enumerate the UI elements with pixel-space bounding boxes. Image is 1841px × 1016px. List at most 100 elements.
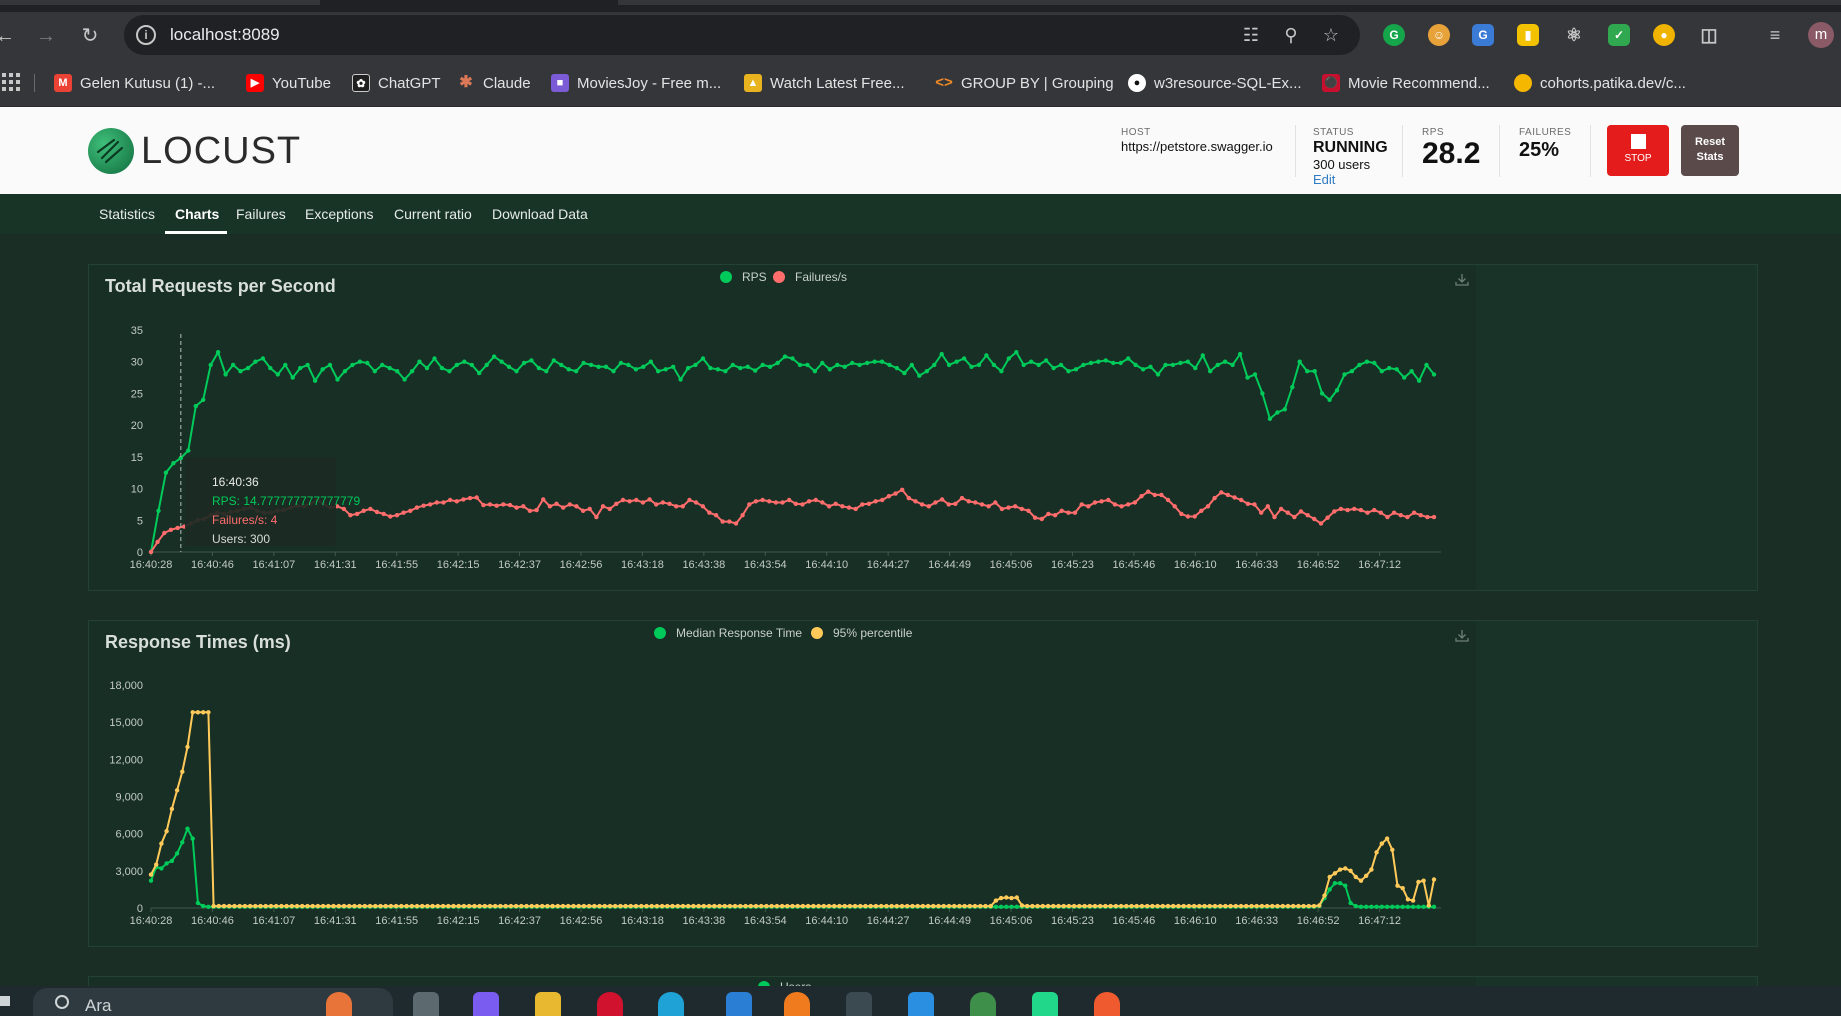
data-point	[1119, 504, 1124, 509]
forward-icon[interactable]: →	[35, 25, 57, 47]
tab-charts[interactable]: Charts	[175, 206, 219, 222]
legend-swatch-rps[interactable]	[720, 271, 732, 283]
site-info-icon[interactable]: i	[136, 25, 156, 45]
apps-grid-icon[interactable]	[2, 73, 20, 91]
legend-swatch-p95[interactable]	[811, 627, 823, 639]
data-point	[439, 365, 445, 371]
data-point	[1338, 506, 1344, 512]
profile-avatar[interactable]: m	[1808, 22, 1834, 48]
pycharm-icon[interactable]	[1032, 992, 1058, 1016]
file-explorer-icon[interactable]	[535, 992, 561, 1016]
edge-icon[interactable]	[658, 992, 684, 1016]
bookmark-watch-latest[interactable]: ▲ Watch Latest Free...	[744, 72, 905, 94]
tab-download-data[interactable]: Download Data	[492, 206, 588, 222]
react-devtools-icon[interactable]: ⚛	[1563, 24, 1585, 46]
bookmark-youtube[interactable]: ▶ YouTube	[246, 72, 331, 94]
tab-failures[interactable]: Failures	[236, 206, 286, 222]
y-tick-label: 10	[131, 484, 143, 496]
reset-stats-button[interactable]: Reset Stats	[1681, 125, 1739, 176]
bookmark-chatgpt[interactable]: ✿ ChatGPT	[352, 72, 441, 94]
x-tick-label: 16:45:46	[1112, 915, 1155, 927]
taskbar-app-icon[interactable]	[726, 992, 752, 1016]
bookmark-star-icon[interactable]: ☆	[1320, 24, 1342, 46]
x-tick-label: 16:45:06	[990, 915, 1033, 927]
data-point	[1096, 359, 1101, 364]
vscode-icon[interactable]	[908, 992, 934, 1016]
host-value: https://petstore.swagger.io	[1121, 139, 1273, 154]
x-tick-label: 16:44:10	[805, 559, 848, 571]
data-point	[706, 903, 712, 909]
data-point	[362, 903, 367, 909]
extensions-puzzle-icon[interactable]: ◫	[1698, 24, 1720, 46]
reload-icon[interactable]: ↻	[79, 25, 101, 47]
data-point	[1305, 369, 1310, 374]
legend-label-p95[interactable]: 95% percentile	[833, 626, 913, 640]
opera-icon[interactable]	[597, 992, 623, 1016]
address-bar[interactable]: i localhost:8089 ☷ ⚲ ☆	[124, 15, 1360, 55]
legend-label-rps[interactable]: RPS	[742, 270, 767, 284]
data-point	[238, 369, 243, 374]
shield-icon[interactable]: ✓	[1608, 24, 1630, 46]
data-point	[305, 903, 310, 909]
data-point	[1006, 505, 1011, 510]
y-tick-label: 20	[131, 420, 143, 432]
reading-list-icon[interactable]: ≡	[1764, 24, 1786, 46]
legend-swatch-failures[interactable]	[773, 271, 785, 283]
bookmark-patika[interactable]: cohorts.patika.dev/c...	[1514, 72, 1686, 94]
data-point	[1358, 878, 1364, 883]
edit-users-link[interactable]: Edit	[1313, 172, 1388, 187]
extension-icon[interactable]: ▮	[1517, 24, 1539, 46]
data-point	[508, 903, 514, 909]
chrome-icon[interactable]	[970, 992, 996, 1016]
chrome-icon[interactable]	[846, 992, 872, 1016]
bookmark-group-by[interactable]: <> GROUP BY | Grouping	[935, 72, 1113, 94]
y-tick-label: 0	[137, 547, 143, 559]
data-point	[1317, 903, 1322, 908]
data-point	[988, 903, 993, 909]
bookmark-claude[interactable]: ✱ Claude	[457, 72, 530, 94]
data-point	[1285, 903, 1291, 909]
download-icon[interactable]	[1455, 274, 1469, 286]
translate-icon[interactable]: ☷	[1240, 24, 1262, 46]
back-icon[interactable]: ←	[0, 25, 16, 47]
data-point	[1013, 504, 1018, 509]
data-point	[1004, 904, 1009, 909]
copilot-icon[interactable]	[473, 992, 499, 1016]
data-point	[1086, 504, 1091, 509]
bookmark-movie-recommend[interactable]: ⚫ Movie Recommend...	[1322, 72, 1490, 94]
task-view-icon[interactable]	[413, 992, 439, 1016]
google-translate-icon[interactable]: G	[1472, 24, 1494, 46]
url-text[interactable]: localhost:8089	[170, 25, 280, 45]
tab-exceptions[interactable]: Exceptions	[305, 206, 373, 222]
firefox-icon[interactable]	[784, 992, 810, 1016]
bookmark-moviesjoy[interactable]: ■ MoviesJoy - Free m...	[551, 72, 721, 94]
taskbar-app-icon[interactable]	[326, 992, 352, 1016]
stop-button[interactable]: STOP	[1607, 125, 1669, 176]
legend-swatch-median[interactable]	[654, 627, 666, 639]
data-point	[331, 903, 336, 909]
response-times-chart[interactable]: Response Times (ms) Median Response Time…	[89, 621, 1476, 948]
bookmark-gmail[interactable]: M Gelen Kutusu (1) -...	[54, 72, 215, 94]
browser-tab[interactable]	[618, 0, 1841, 5]
data-point	[274, 903, 279, 909]
legend-label-failures[interactable]: Failures/s	[795, 270, 847, 284]
download-icon[interactable]	[1455, 630, 1469, 642]
postman-icon[interactable]	[1094, 992, 1120, 1016]
browser-tab[interactable]	[0, 0, 320, 5]
data-point	[399, 903, 404, 909]
grammarly-icon[interactable]: G	[1383, 24, 1405, 46]
extension-icon[interactable]: ☺	[1428, 24, 1450, 46]
data-point	[395, 369, 400, 374]
bookmark-w3resource[interactable]: ● w3resource-SQL-Ex...	[1128, 72, 1302, 94]
windows-start-icon[interactable]	[0, 996, 10, 1006]
data-point	[596, 364, 601, 369]
extension-icon[interactable]: ●	[1653, 24, 1675, 46]
locust-tabs: Statistics Charts Failures Exceptions Cu…	[0, 194, 1841, 234]
data-point	[1009, 895, 1014, 901]
rps-chart[interactable]: Total Requests per Second RPS Failures/s…	[89, 265, 1476, 592]
tab-current-ratio[interactable]: Current ratio	[394, 206, 472, 222]
tab-statistics[interactable]: Statistics	[99, 206, 155, 222]
chatgpt-icon: ✿	[352, 74, 370, 92]
legend-label-median[interactable]: Median Response Time	[676, 626, 802, 640]
zoom-icon[interactable]: ⚲	[1280, 24, 1302, 46]
